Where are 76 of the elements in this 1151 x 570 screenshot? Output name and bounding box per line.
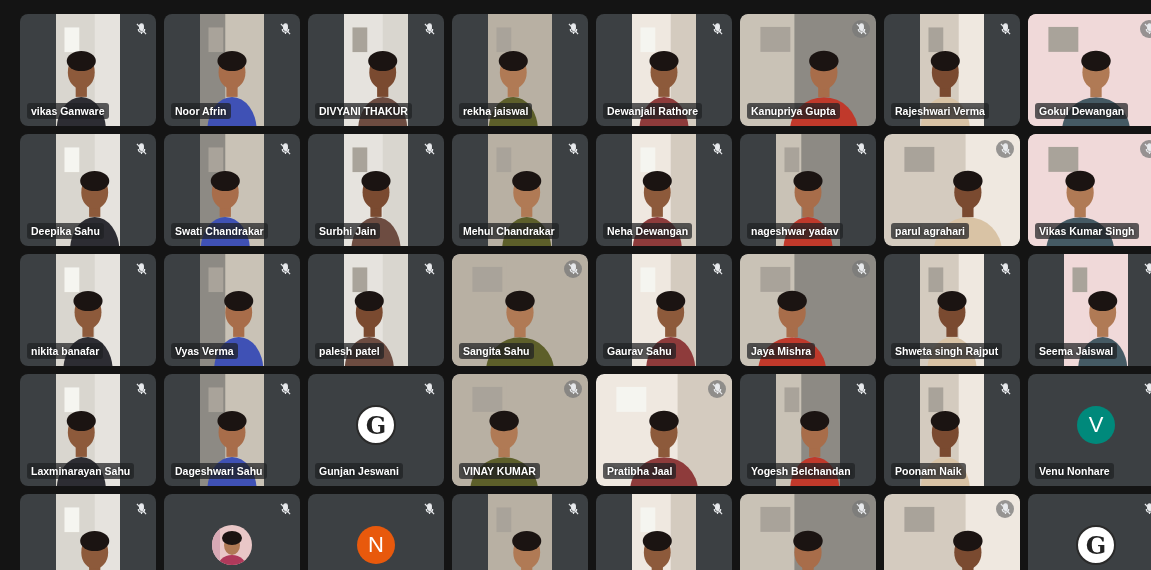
mic-off-icon [999, 23, 1011, 35]
mic-off-icon [711, 503, 723, 515]
participant-name: Jaya Mishra [747, 343, 816, 359]
mic-off-icon [855, 503, 867, 515]
participant-name: Laxminarayan Sahu [27, 463, 135, 479]
participant-name: palesh patel [315, 343, 384, 359]
mic-off-icon [423, 23, 435, 35]
mic-off-icon [999, 383, 1011, 395]
mic-off-icon [423, 503, 435, 515]
mic-off-icon [135, 23, 147, 35]
mic-off-icon [279, 263, 291, 275]
mic-off-icon [1143, 143, 1151, 155]
participant-name: Dewanjali Rathore [603, 103, 703, 119]
participant-name: Pratibha Jaal [603, 463, 677, 479]
mic-off-icon [1143, 23, 1151, 35]
mic-off-icon [855, 143, 867, 155]
participant-name: Yogesh Belchandan [747, 463, 855, 479]
participant-name: nikita banafar [27, 343, 104, 359]
mic-off-icon [567, 383, 579, 395]
initial-avatar: N [357, 526, 395, 564]
participant-name: VINAY KUMAR [459, 463, 540, 479]
mic-off-icon [1143, 503, 1151, 515]
participant-name: Vikas Kumar Singh [1035, 223, 1139, 239]
mic-off-icon [279, 503, 291, 515]
participant-name: parul agrahari [891, 223, 970, 239]
participant-name: rekha jaiswal [459, 103, 533, 119]
participant-name: Dageshwari Sahu [171, 463, 267, 479]
mic-off-icon [711, 23, 723, 35]
mic-off-icon [135, 503, 147, 515]
mic-off-icon [999, 263, 1011, 275]
participant-name: Noor Afrin [171, 103, 231, 119]
mic-off-icon [279, 383, 291, 395]
participant-name: Shweta singh Rajput [891, 343, 1003, 359]
participant-name: Swati Chandrakar [171, 223, 268, 239]
mic-off-icon [423, 143, 435, 155]
participant-name: Kanupriya Gupta [747, 103, 840, 119]
participant-name: Surbhi Jain [315, 223, 381, 239]
mic-off-icon [423, 383, 435, 395]
participant-name: Gunjan Jeswani [315, 463, 403, 479]
participant-name: Seema Jaiswal [1035, 343, 1118, 359]
participant-name: DIVYANI THAKUR [315, 103, 412, 119]
mic-off-icon [423, 263, 435, 275]
initial-avatar: V [1077, 406, 1115, 444]
mic-off-icon [567, 503, 579, 515]
participant-name: Sangita Sahu [459, 343, 534, 359]
participant-name: Deepika Sahu [27, 223, 104, 239]
mic-off-icon [1143, 263, 1151, 275]
mic-off-icon [855, 23, 867, 35]
mic-off-icon [135, 143, 147, 155]
mic-off-icon [999, 503, 1011, 515]
mic-off-icon [135, 383, 147, 395]
participant-name: nageshwar yadav [747, 223, 843, 239]
mic-off-icon [567, 263, 579, 275]
participant-name: vikas Ganware [27, 103, 109, 119]
mic-off-icon [567, 143, 579, 155]
mic-off-icon [1143, 383, 1151, 395]
mic-off-icon [711, 143, 723, 155]
participant-name: Mehul Chandrakar [459, 223, 559, 239]
participant-name: Poonam Naik [891, 463, 966, 479]
logo-avatar: G [356, 405, 396, 445]
mic-off-icon [999, 143, 1011, 155]
mic-off-icon [711, 383, 723, 395]
participant-name: Gokul Dewangan [1035, 103, 1129, 119]
mic-off-icon [855, 383, 867, 395]
logo-avatar: G [1076, 525, 1116, 565]
mic-off-icon [135, 263, 147, 275]
participant-name: Venu Nonhare [1035, 463, 1114, 479]
mic-off-icon [567, 23, 579, 35]
mic-off-icon [279, 143, 291, 155]
mic-off-icon [711, 263, 723, 275]
participant-name: Rajeshwari Verma [891, 103, 989, 119]
mic-off-icon [855, 263, 867, 275]
participant-name: Neha Dewangan [603, 223, 693, 239]
participant-name: Vyas Verma [171, 343, 238, 359]
mic-off-icon [279, 23, 291, 35]
participant-name: Gaurav Sahu [603, 343, 676, 359]
